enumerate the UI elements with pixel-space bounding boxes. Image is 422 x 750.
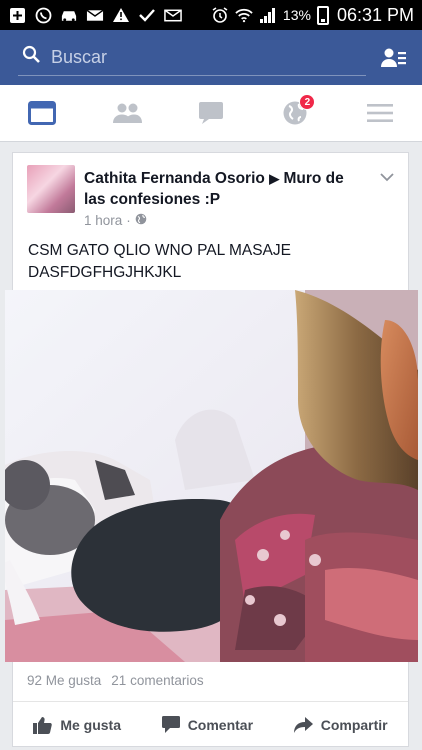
post-time[interactable]: 1 hora: [84, 213, 122, 228]
photo-image: [5, 290, 418, 662]
tab-news-feed[interactable]: [12, 85, 72, 141]
menu-icon: [366, 104, 393, 122]
search-placeholder: Buscar: [51, 46, 108, 67]
dot-separator: ·: [126, 213, 131, 228]
post-header: Cathita Fernanda Osorio ▶ Muro de las co…: [13, 153, 408, 231]
add-box-icon: [8, 6, 26, 24]
share-button[interactable]: Compartir: [293, 716, 388, 733]
avatar[interactable]: [27, 165, 75, 213]
author-name[interactable]: Cathita Fernanda Osorio: [84, 170, 265, 187]
friend-requests-button[interactable]: [380, 44, 408, 72]
tab-notifications[interactable]: 2: [265, 85, 325, 141]
wifi-icon: [235, 6, 253, 24]
signal-icon: [259, 6, 277, 24]
check-icon: [138, 6, 156, 24]
thumbs-up-icon: [33, 716, 53, 734]
likes-count[interactable]: 92 Me gusta: [27, 673, 101, 688]
warning-icon: [112, 6, 130, 24]
mail-icon: [164, 6, 182, 24]
post-card: Cathita Fernanda Osorio ▶ Muro de las co…: [5, 152, 418, 747]
search-icon: [22, 45, 41, 69]
search-header: Buscar: [0, 30, 422, 85]
like-button[interactable]: Me gusta: [33, 716, 121, 734]
comments-count[interactable]: 21 comentarios: [111, 673, 203, 688]
post-time-line: 1 hora ·: [84, 213, 346, 228]
comment-button[interactable]: Comentar: [161, 716, 254, 733]
chevron-down-icon: [380, 173, 394, 182]
post-meta: Cathita Fernanda Osorio ▶ Muro de las co…: [84, 165, 346, 231]
whatsapp-icon: [34, 6, 52, 24]
clock: 06:31 PM: [336, 4, 414, 25]
chat-bubble-icon: [198, 102, 223, 124]
news-feed-icon: [28, 101, 57, 125]
search-input[interactable]: Buscar: [18, 40, 366, 76]
friends-icon: [112, 103, 142, 123]
globe-privacy-icon: [135, 213, 147, 228]
share-arrow-icon: [293, 716, 313, 733]
nav-bar: 2: [0, 85, 422, 142]
tab-more[interactable]: [350, 85, 410, 141]
like-label: Me gusta: [60, 716, 122, 733]
notifications-badge: 2: [299, 94, 316, 110]
tab-messages[interactable]: [181, 85, 241, 141]
alarm-icon: [211, 6, 229, 24]
post-counts: 92 Me gusta 21 comentarios: [27, 673, 204, 688]
post-text-line1: CSM GATO QLIO WNO PAL MASAJE: [28, 242, 291, 259]
post-text-line2: DASFDGFHGJHKJKL: [28, 264, 182, 281]
post-options-button[interactable]: [380, 169, 394, 187]
post-actions: Me gusta Comentar Compartir: [13, 701, 408, 747]
author-line: Cathita Fernanda Osorio ▶ Muro de las co…: [84, 168, 346, 210]
person-list-icon: [381, 48, 406, 67]
tab-friend-requests[interactable]: [97, 85, 157, 141]
comment-icon: [161, 716, 180, 733]
share-label: Compartir: [320, 716, 388, 733]
battery-icon: [316, 5, 329, 25]
status-bar: 13% 06:31 PM: [0, 0, 422, 30]
arrow-right-icon: ▶: [269, 171, 280, 186]
comment-label: Comentar: [187, 716, 254, 733]
car-icon: [60, 6, 78, 24]
email-icon: [86, 6, 104, 24]
post-text: CSM GATO QLIO WNO PAL MASAJE DASFDGFHGJH…: [13, 231, 408, 291]
post-photo[interactable]: [5, 290, 418, 662]
battery-percent: 13%: [282, 7, 311, 23]
